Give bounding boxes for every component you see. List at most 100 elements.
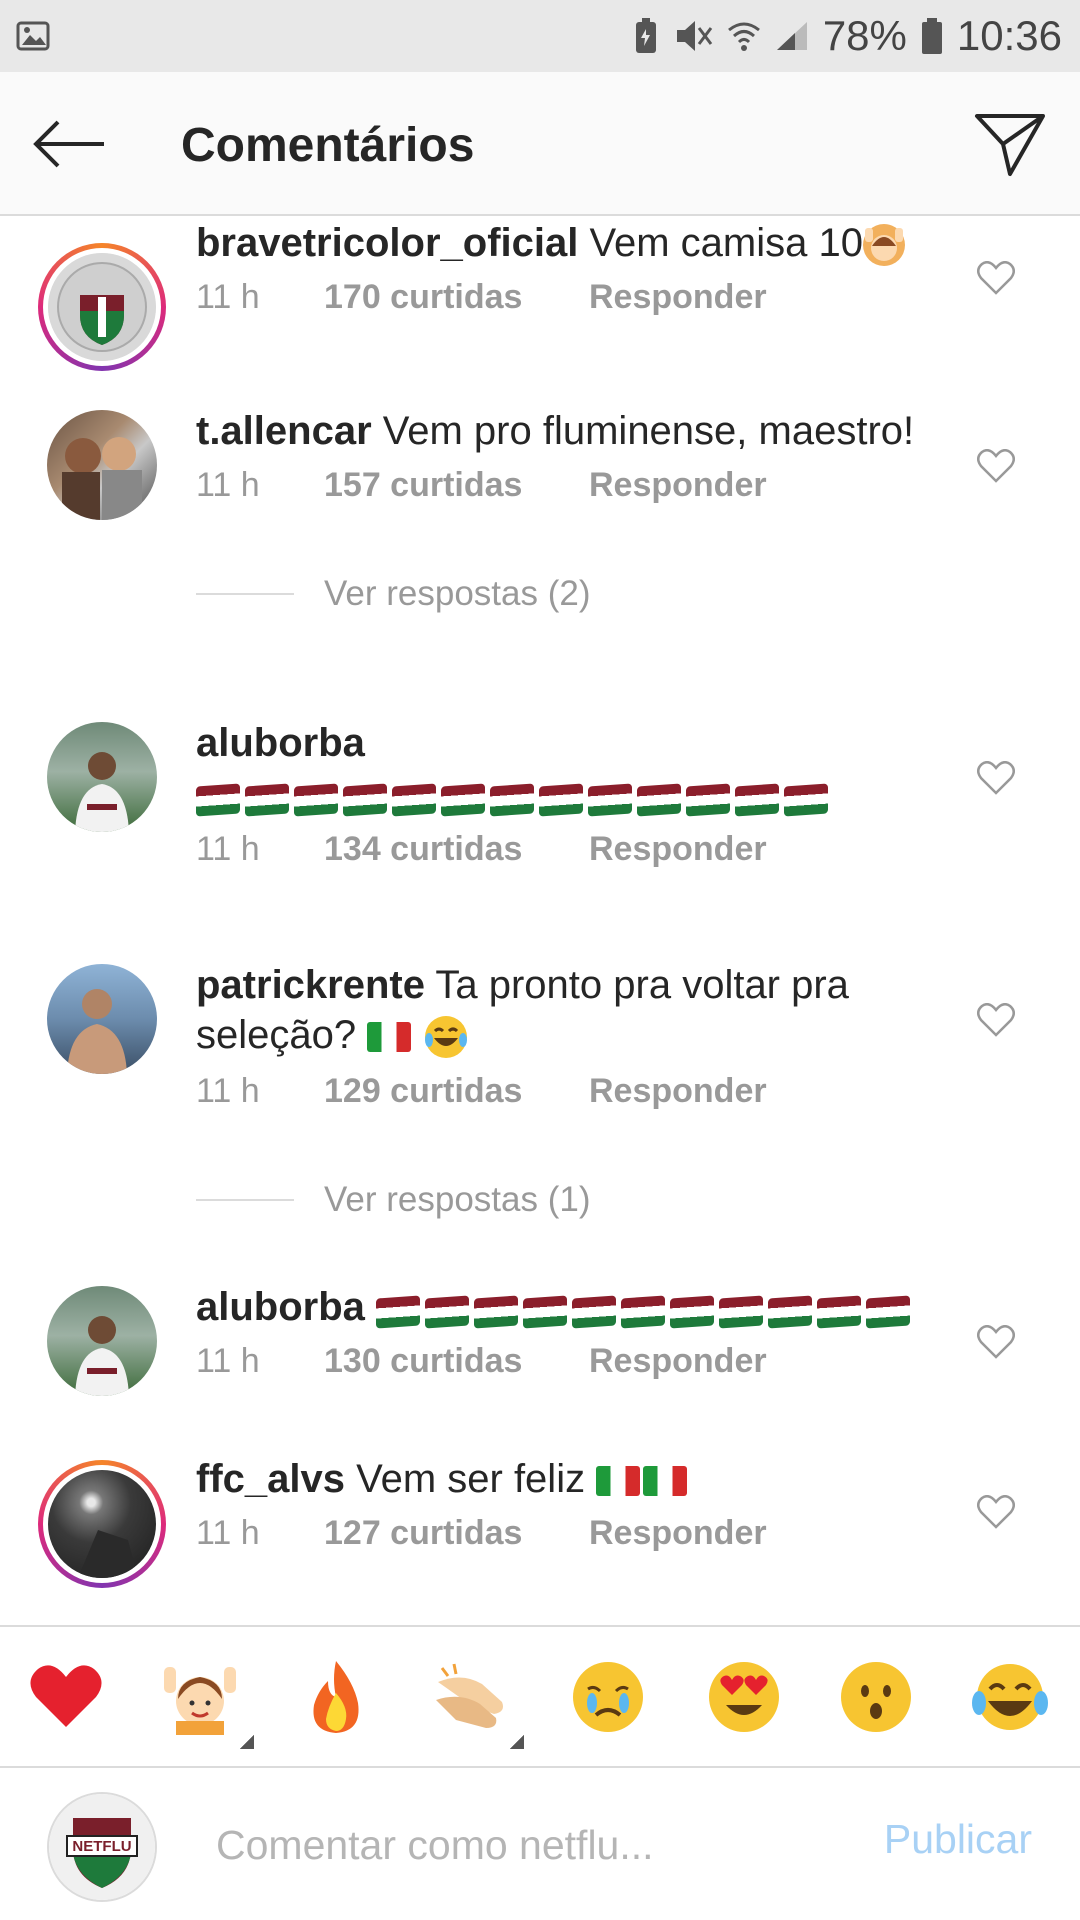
reply-button[interactable]: Responder [589, 1514, 767, 1553]
comment-username[interactable]: bravetricolor_oficial [196, 221, 578, 265]
comment-message-line2: seleção? [196, 1013, 357, 1057]
status-bar: 78% 10:36 [0, 0, 1080, 72]
like-heart-icon[interactable] [975, 758, 1017, 798]
comment-text: ffc_alvs Vem ser feliz [196, 1454, 946, 1504]
surprised-emoji-button[interactable] [838, 1659, 914, 1735]
comment-text: aluborba [196, 1282, 946, 1334]
fluminense-flag-emoji-icon [245, 783, 289, 817]
comment-username[interactable]: ffc_alvs [196, 1457, 345, 1501]
like-heart-icon[interactable] [975, 258, 1017, 298]
like-heart-icon[interactable] [975, 1322, 1017, 1362]
view-replies-label: Ver respostas (1) [324, 1180, 591, 1219]
comment-username[interactable]: aluborba [196, 721, 365, 765]
fluminense-flag-emoji-icon [621, 1295, 666, 1329]
surprised-face-icon [841, 1662, 911, 1732]
photo-man-beach-icon [67, 989, 127, 1074]
heart-eyes-icon [709, 1662, 779, 1732]
mute-icon [673, 18, 713, 54]
comment-meta: 11 h 130 curtidas Responder [196, 1342, 767, 1381]
fluminense-flag-emoji-icon [784, 783, 828, 817]
fluminense-flag-emoji-icon [490, 783, 534, 817]
fluminense-flag-emoji-icon [343, 783, 387, 817]
like-heart-icon[interactable] [975, 446, 1017, 486]
comment-text: bravetricolor_oficial Vem camisa 10 [196, 218, 946, 268]
comment-time: 11 h [196, 1342, 260, 1380]
fluminense-flag-emoji-icon [768, 1295, 813, 1329]
brave-tricolor-crest-icon [48, 253, 156, 361]
raising-hands-emoji-button[interactable] [162, 1659, 254, 1749]
avatar[interactable] [47, 1286, 157, 1396]
reply-button[interactable]: Responder [589, 1342, 767, 1381]
fluminense-flag-emoji-icon [637, 783, 681, 817]
my-avatar: NETFLU [47, 1792, 157, 1902]
comment-text: aluborba [196, 718, 946, 822]
avatar[interactable] [38, 243, 166, 371]
comment-time: 11 h [196, 278, 260, 316]
comment-meta: 11 h 134 curtidas Responder [196, 830, 767, 869]
avatar[interactable] [47, 410, 157, 520]
comment-meta: 11 h 170 curtidas Responder [196, 278, 767, 317]
comment-composer: NETFLU Publicar [0, 1770, 1080, 1920]
photo-player-icon [75, 1316, 129, 1396]
raising-hands-person-icon [164, 1667, 236, 1735]
back-button[interactable] [32, 114, 108, 174]
crying-emoji-button[interactable] [570, 1659, 646, 1735]
avatar[interactable] [47, 964, 157, 1074]
share-button[interactable] [970, 106, 1050, 182]
fluminense-flag-emoji-icon [539, 783, 583, 817]
like-heart-icon[interactable] [975, 1492, 1017, 1532]
raising-hands-emoji-icon [862, 224, 905, 267]
flag-emoji-row [196, 772, 833, 822]
comment-likes[interactable]: 127 curtidas [324, 1514, 589, 1553]
view-replies-button[interactable]: Ver respostas (1) [196, 1180, 591, 1220]
comment-likes[interactable]: 129 curtidas [324, 1072, 589, 1111]
reply-button[interactable]: Responder [589, 466, 767, 505]
view-replies-button[interactable]: Ver respostas (2) [196, 574, 591, 614]
avatar[interactable] [38, 1460, 166, 1588]
comment-list: bravetricolor_oficial Vem camisa 10 11 h… [0, 218, 1080, 1623]
comments-screen: 78% 10:36 Comentários bravetricolor_ofic… [0, 0, 1080, 1920]
fluminense-flag-emoji-icon [425, 1295, 470, 1329]
comment-meta: 11 h 127 curtidas Responder [196, 1514, 767, 1553]
battery-saver-icon [633, 17, 659, 55]
fire-emoji-icon [313, 1661, 359, 1733]
arrow-left-icon [33, 120, 104, 168]
reply-button[interactable]: Responder [589, 1072, 767, 1111]
reply-button[interactable]: Responder [589, 278, 767, 317]
tears-of-joy-emoji-button[interactable] [972, 1659, 1048, 1735]
like-heart-icon[interactable] [975, 1000, 1017, 1040]
comment-username[interactable]: aluborba [196, 1285, 365, 1329]
avatar[interactable] [47, 722, 157, 832]
heart-eyes-emoji-button[interactable] [706, 1659, 782, 1735]
comment-message: Vem ser feliz [356, 1457, 586, 1501]
photo-couple-icon [62, 437, 142, 520]
comment-likes[interactable]: 134 curtidas [324, 830, 589, 869]
fluminense-flag-emoji-icon [686, 783, 730, 817]
reply-button[interactable]: Responder [589, 830, 767, 869]
battery-percent: 78% [822, 12, 907, 59]
flag-emoji-row [376, 1284, 915, 1334]
emoji-quick-bar [0, 1625, 1080, 1768]
page-title: Comentários [181, 119, 475, 172]
comment-likes[interactable]: 157 curtidas [324, 466, 589, 505]
wifi-icon [727, 18, 761, 54]
fire-emoji-button[interactable] [298, 1659, 374, 1735]
comment-input[interactable] [216, 1810, 836, 1880]
clapping-hands-icon [436, 1663, 503, 1728]
heart-emoji-icon [30, 1665, 102, 1727]
comment-username[interactable]: patrickrente [196, 963, 425, 1007]
comment-likes[interactable]: 130 curtidas [324, 1342, 589, 1381]
fluminense-flag-emoji-icon [719, 1295, 764, 1329]
comment-username[interactable]: t.allencar [196, 409, 372, 453]
fluminense-flag-emoji-icon [588, 783, 632, 817]
photo-player-icon [75, 752, 129, 832]
fluminense-flag-emoji-icon [196, 783, 240, 817]
clapping-emoji-button[interactable] [432, 1659, 524, 1749]
comment-likes[interactable]: 170 curtidas [324, 278, 589, 317]
comment-meta: 11 h 129 curtidas Responder [196, 1072, 767, 1111]
crying-face-icon [573, 1662, 643, 1732]
fluminense-flag-emoji-icon [670, 1295, 715, 1329]
heart-emoji-button[interactable] [28, 1659, 104, 1735]
publish-button[interactable]: Publicar [884, 1816, 1032, 1863]
comment-time: 11 h [196, 830, 260, 868]
